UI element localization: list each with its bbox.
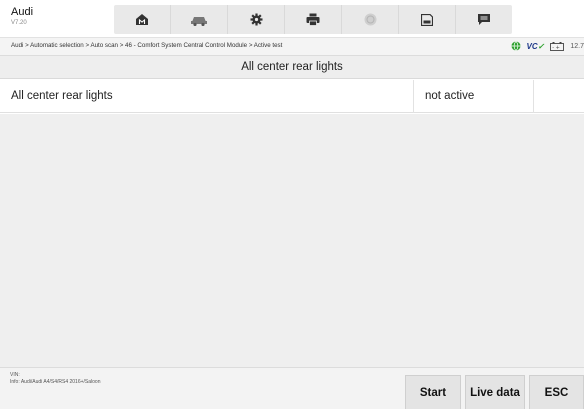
column-divider — [533, 80, 534, 113]
vci-connected-icon: ✓ — [537, 41, 545, 51]
help-icon — [364, 13, 376, 26]
home-button[interactable] — [114, 5, 171, 34]
content-area — [0, 114, 584, 367]
breadcrumb: Audi > Automatic selection > Auto scan >… — [11, 42, 283, 49]
app-version: V7.20 — [11, 20, 27, 26]
vci-status: VC✓ — [527, 42, 545, 51]
home-icon — [136, 14, 148, 25]
vci-label: VC — [526, 41, 538, 51]
message-button[interactable] — [456, 5, 512, 34]
save-button[interactable] — [399, 5, 456, 34]
settings-button[interactable] — [228, 5, 285, 34]
app-name: Audi — [11, 6, 34, 18]
row-name: All center rear lights — [11, 90, 113, 102]
message-icon — [478, 14, 490, 25]
vehicle-icon — [191, 17, 207, 26]
print-button[interactable] — [285, 5, 342, 34]
globe-icon — [511, 41, 521, 51]
settings-icon — [250, 13, 262, 26]
breadcrumb-bar: Audi > Automatic selection > Auto scan >… — [0, 38, 584, 56]
battery-voltage: 12.7 — [570, 42, 584, 50]
table-row[interactable]: All center rear lights not active — [0, 80, 584, 113]
vin-label: VIN: — [10, 372, 20, 378]
top-bar: Audi V7.20 — [0, 0, 584, 38]
footer-bar: VIN: Info: Audi/Audi A4/S4/RS4 2016+/Sal… — [0, 367, 584, 409]
start-button[interactable]: Start — [405, 375, 461, 409]
brand: Audi V7.20 — [11, 6, 33, 26]
print-icon — [306, 13, 320, 26]
status-area: VC✓ - + 12.7 — [511, 41, 584, 51]
info-label: Info: Audi/Audi A4/S4/RS4 2016+/Saloon — [10, 379, 101, 385]
vehicle-button[interactable] — [171, 5, 228, 34]
battery-icon: - + — [550, 41, 565, 51]
esc-button[interactable]: ESC — [529, 375, 584, 409]
page-title: All center rear lights — [0, 56, 584, 79]
svg-text:- +: - + — [553, 44, 561, 50]
toolbar — [114, 5, 512, 34]
vehicle-info: VIN: Info: Audi/Audi A4/S4/RS4 2016+/Sal… — [10, 372, 101, 386]
row-value: not active — [425, 90, 475, 102]
save-icon — [421, 13, 433, 26]
live-data-button[interactable]: Live data — [465, 375, 525, 409]
column-divider — [413, 80, 414, 113]
help-button[interactable] — [342, 5, 399, 34]
